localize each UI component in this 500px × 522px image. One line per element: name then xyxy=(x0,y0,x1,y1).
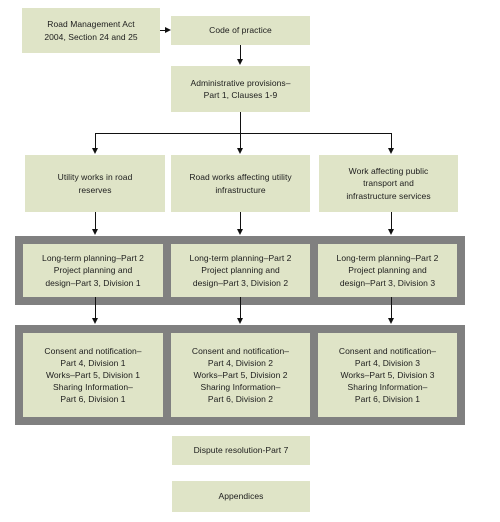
node-administrative-provisions: Administrative provisions– Part 1, Claus… xyxy=(171,66,310,112)
node-column-3-planning-text: Long-term planning–Part 2 Project planni… xyxy=(337,252,439,288)
node-column-3-consent-line4: Sharing Information– xyxy=(347,382,428,393)
node-code-of-practice: Code of practice xyxy=(171,16,310,45)
node-column-2-header: Road works affecting utility infrastruct… xyxy=(171,155,310,212)
node-column-2-consent-line1: Consent and notification– xyxy=(191,345,290,356)
node-column-3-consent-line5: Part 6, Division 1 xyxy=(354,394,421,405)
node-column-1-consent-line2: Part 4, Division 1 xyxy=(60,357,126,368)
node-column-2-header-line1: Road works affecting utility xyxy=(189,172,292,183)
node-column-3-header-line1: Work affecting public xyxy=(348,166,429,177)
node-appendices: Appendices xyxy=(172,481,310,512)
node-column-2-consent: Consent and notification– Part 4, Divisi… xyxy=(171,333,310,417)
node-column-1-header-text: Utility works in road reserves xyxy=(58,171,133,195)
node-column-2-consent-line4: Sharing Information– xyxy=(200,382,281,393)
node-column-1-planning-line2: Project planning and xyxy=(53,265,133,276)
node-column-3-consent-line1: Consent and notification– xyxy=(338,345,437,356)
connector-col2-planning-to-consent xyxy=(240,297,241,320)
arrowhead-col1-header-to-planning xyxy=(92,229,98,235)
node-column-2-planning: Long-term planning–Part 2 Project planni… xyxy=(171,244,310,297)
arrowhead-col3-planning-to-consent xyxy=(388,318,394,324)
connector-col1-planning-to-consent xyxy=(95,297,96,320)
node-column-3-consent: Consent and notification– Part 4, Divisi… xyxy=(318,333,457,417)
node-column-2-consent-line2: Part 4, Division 2 xyxy=(207,357,274,368)
node-column-1-consent-line1: Consent and notification– xyxy=(44,345,142,356)
node-column-2-consent-text: Consent and notification– Part 4, Divisi… xyxy=(192,345,289,405)
connector-col3-planning-to-consent xyxy=(391,297,392,320)
node-column-2-consent-line5: Part 6, Division 2 xyxy=(207,394,274,405)
arrowhead-branch-col2 xyxy=(237,148,243,154)
node-administrative-provisions-line2: Part 1, Clauses 1-9 xyxy=(203,90,278,100)
connector-distributor-bar xyxy=(95,133,392,134)
node-column-3-header-line2: transport and xyxy=(363,178,414,189)
arrowhead-col1-planning-to-consent xyxy=(92,318,98,324)
node-column-3-consent-line2: Part 4, Division 3 xyxy=(354,357,421,368)
node-code-of-practice-line1: Code of practice xyxy=(209,25,272,36)
node-column-2-planning-line1: Long-term planning–Part 2 xyxy=(189,253,292,264)
node-column-1-planning-line1: Long-term planning–Part 2 xyxy=(42,253,144,264)
node-road-management-act-line1: Road Management Act xyxy=(47,19,135,30)
node-column-2-planning-line3: design–Part 3, Division 2 xyxy=(192,277,289,288)
node-column-3-planning-line1: Long-term planning–Part 2 xyxy=(336,253,439,264)
node-column-3-planning-line3: design–Part 3, Division 3 xyxy=(339,277,436,288)
connector-col3-header-to-planning xyxy=(391,212,392,230)
node-column-1-consent-text: Consent and notification– Part 4, Divisi… xyxy=(44,345,141,405)
node-road-management-act-line2: 2004, Section 24 and 25 xyxy=(44,31,138,42)
node-dispute-resolution: Dispute resolution-Part 7 xyxy=(172,436,310,465)
arrowhead-col2-planning-to-consent xyxy=(237,318,243,324)
node-column-3-consent-line3: Works–Part 5, Division 3 xyxy=(340,369,435,380)
node-road-management-act-text: Road Management Act 2004, Section 24 and… xyxy=(44,18,137,42)
connector-col1-header-to-planning xyxy=(95,212,96,230)
node-column-1-planning: Long-term planning–Part 2 Project planni… xyxy=(23,244,163,297)
node-column-1-planning-text: Long-term planning–Part 2 Project planni… xyxy=(42,252,144,288)
node-column-3-header-text: Work affecting public transport and infr… xyxy=(346,165,430,201)
node-appendices-line1: Appendices xyxy=(218,491,264,502)
arrowhead-code-to-admin xyxy=(237,59,243,65)
node-column-1-consent-line5: Part 6, Division 1 xyxy=(60,394,126,405)
node-column-1-header-line1: Utility works in road xyxy=(57,172,133,183)
connector-admin-stem xyxy=(240,112,241,134)
node-column-2-header-line2: infrastructure xyxy=(215,184,266,195)
arrowhead-branch-col1 xyxy=(92,148,98,154)
node-administrative-provisions-text: Administrative provisions– Part 1, Claus… xyxy=(190,77,290,101)
flowchart-canvas: Road Management Act 2004, Section 24 and… xyxy=(0,0,500,522)
node-column-1-consent-line4: Sharing Information– xyxy=(53,382,133,393)
arrowhead-col3-header-to-planning xyxy=(388,229,394,235)
node-column-2-header-text: Road works affecting utility infrastruct… xyxy=(189,171,291,195)
node-column-1-header-line2: reserves xyxy=(78,184,112,195)
node-column-3-planning: Long-term planning–Part 2 Project planni… xyxy=(318,244,457,297)
arrowhead-col2-header-to-planning xyxy=(237,229,243,235)
node-column-2-consent-line3: Works–Part 5, Division 2 xyxy=(193,369,288,380)
node-column-2-planning-line2: Project planning and xyxy=(201,265,280,276)
node-road-management-act: Road Management Act 2004, Section 24 and… xyxy=(22,8,160,53)
node-administrative-provisions-line1: Administrative provisions– xyxy=(190,77,291,88)
node-column-3-header-line3: infrastructure services xyxy=(346,190,431,201)
arrowhead-branch-col3 xyxy=(388,148,394,154)
node-column-1-consent-line3: Works–Part 5, Division 1 xyxy=(45,369,141,380)
node-column-1-header: Utility works in road reserves xyxy=(25,155,165,212)
connector-col2-header-to-planning xyxy=(240,212,241,230)
node-dispute-resolution-line1: Dispute resolution-Part 7 xyxy=(193,445,289,456)
node-column-3-planning-line2: Project planning and xyxy=(348,265,427,276)
node-column-1-consent: Consent and notification– Part 4, Divisi… xyxy=(23,333,163,417)
node-column-2-planning-text: Long-term planning–Part 2 Project planni… xyxy=(190,252,292,288)
node-column-3-consent-text: Consent and notification– Part 4, Divisi… xyxy=(339,345,436,405)
node-column-1-planning-line3: design–Part 3, Division 1 xyxy=(45,277,141,288)
node-column-3-header: Work affecting public transport and infr… xyxy=(319,155,458,212)
